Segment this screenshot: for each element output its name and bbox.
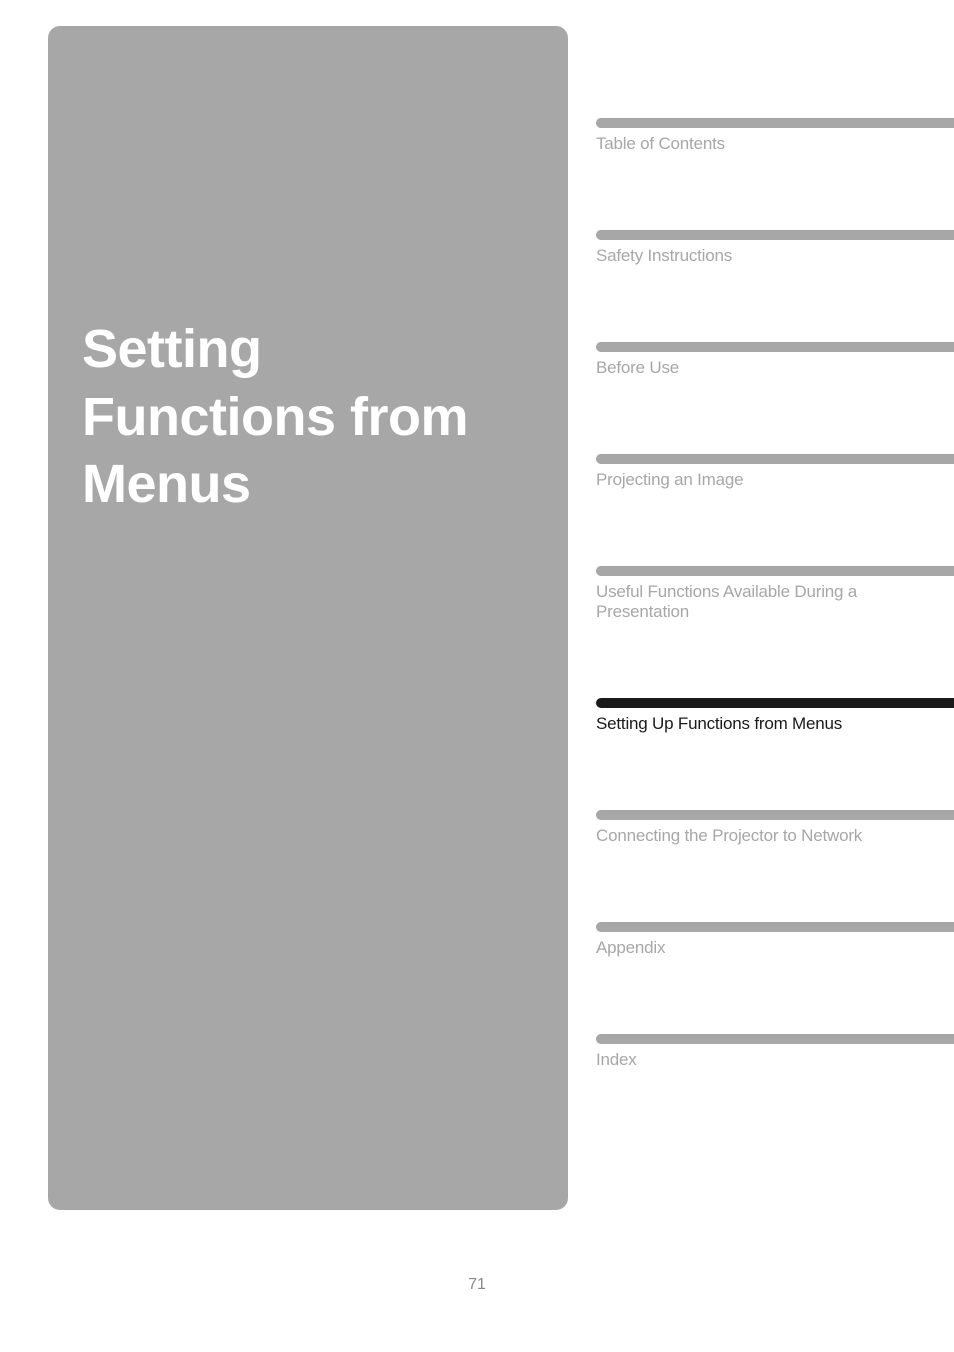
toc-bar xyxy=(596,342,954,352)
toc-label: Useful Functions Available During a Pres… xyxy=(596,582,954,622)
toc-bar-active xyxy=(596,698,954,708)
page-number: 71 xyxy=(0,1276,954,1294)
toc-label: Index xyxy=(596,1050,954,1070)
toc-label: Appendix xyxy=(596,938,954,958)
toc-item-index[interactable]: Index xyxy=(596,1034,954,1070)
toc-label: Connecting the Projector to Network xyxy=(596,826,954,846)
toc-item-useful-functions[interactable]: Useful Functions Available During a Pres… xyxy=(596,566,954,622)
table-of-contents-nav: Table of Contents Safety Instructions Be… xyxy=(596,118,954,1146)
toc-item-safety-instructions[interactable]: Safety Instructions xyxy=(596,230,954,266)
toc-label: Table of Contents xyxy=(596,134,954,154)
section-title-panel: Setting Functions from Menus xyxy=(48,26,568,1210)
toc-bar xyxy=(596,1034,954,1044)
toc-item-connecting-network[interactable]: Connecting the Projector to Network xyxy=(596,810,954,846)
toc-bar xyxy=(596,810,954,820)
toc-label: Projecting an Image xyxy=(596,470,954,490)
toc-item-appendix[interactable]: Appendix xyxy=(596,922,954,958)
section-title: Setting Functions from Menus xyxy=(82,316,468,519)
toc-item-setting-functions-menus[interactable]: Setting Up Functions from Menus xyxy=(596,698,954,734)
toc-label: Safety Instructions xyxy=(596,246,954,266)
toc-bar xyxy=(596,922,954,932)
toc-item-projecting-image[interactable]: Projecting an Image xyxy=(596,454,954,490)
toc-bar xyxy=(596,566,954,576)
toc-label: Before Use xyxy=(596,358,954,378)
toc-bar xyxy=(596,454,954,464)
toc-bar xyxy=(596,230,954,240)
title-line-1: Setting xyxy=(82,319,262,379)
toc-label-active: Setting Up Functions from Menus xyxy=(596,714,954,734)
toc-item-table-of-contents[interactable]: Table of Contents xyxy=(596,118,954,154)
title-line-2: Functions from xyxy=(82,387,468,447)
title-line-3: Menus xyxy=(82,454,251,514)
toc-bar xyxy=(596,118,954,128)
toc-item-before-use[interactable]: Before Use xyxy=(596,342,954,378)
